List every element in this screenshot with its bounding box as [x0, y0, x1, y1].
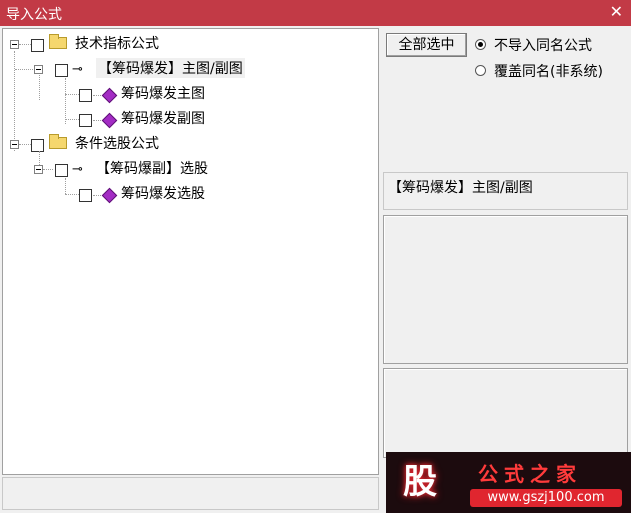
item-checkbox[interactable]: [79, 189, 92, 202]
tree-line: [19, 144, 31, 145]
preview-panel[interactable]: [383, 368, 628, 458]
formula-tree[interactable]: 技术指标公式 ⊸ 【筹码爆发】主图/副图 筹码爆发主图 筹码爆发副图 条件选股公…: [2, 28, 379, 475]
formula-checkbox[interactable]: [55, 164, 68, 177]
group-checkbox[interactable]: [31, 39, 44, 52]
item-checkbox[interactable]: [79, 114, 92, 127]
key-icon: ⊸: [72, 162, 83, 177]
formula-label[interactable]: 【筹码爆发】主图/副图: [96, 58, 245, 78]
title-bar: 导入公式 ✕: [0, 0, 631, 26]
gem-icon: [101, 112, 118, 129]
item-label[interactable]: 筹码爆发主图: [121, 83, 205, 103]
collapse-icon[interactable]: [34, 65, 43, 74]
tree-line: [65, 94, 79, 95]
collapse-icon[interactable]: [34, 165, 43, 174]
overwrite-same-name-label[interactable]: 覆盖同名(非系统): [494, 61, 603, 81]
formula-label[interactable]: 【筹码爆副】选股: [96, 158, 208, 178]
watermark-brand: 公式之家: [478, 462, 582, 486]
overwrite-same-name-radio[interactable]: [475, 65, 486, 76]
tree-line: [65, 78, 66, 124]
select-all-button[interactable]: 全部选中: [386, 33, 467, 57]
formula-detail-box: 【筹码爆发】主图/副图: [383, 172, 628, 210]
skip-same-name-label[interactable]: 不导入同名公式: [494, 35, 592, 55]
status-bar: [2, 477, 379, 510]
close-icon[interactable]: ✕: [610, 3, 623, 21]
tree-line: [65, 178, 66, 194]
item-label[interactable]: 筹码爆发选股: [121, 183, 205, 203]
item-checkbox[interactable]: [79, 89, 92, 102]
collapse-icon[interactable]: [10, 40, 19, 49]
folder-icon: [49, 134, 67, 149]
tree-line: [39, 72, 40, 100]
tree-line: [93, 120, 101, 121]
gem-icon: [101, 187, 118, 204]
tree-line: [15, 69, 33, 70]
tree-line: [93, 95, 101, 96]
key-icon: ⊸: [72, 62, 83, 77]
tree-line: [19, 44, 31, 45]
tree-line: [14, 51, 15, 151]
window-title: 导入公式: [6, 7, 62, 23]
tree-line: [93, 195, 101, 196]
collapse-icon[interactable]: [10, 140, 19, 149]
group-label[interactable]: 技术指标公式: [75, 33, 159, 53]
tree-line: [43, 169, 53, 170]
tree-line: [65, 194, 79, 195]
selected-formula-name: 【筹码爆发】主图/副图: [388, 180, 533, 196]
tree-line: [65, 119, 79, 120]
item-label[interactable]: 筹码爆发副图: [121, 108, 205, 128]
group-label[interactable]: 条件选股公式: [75, 133, 159, 153]
description-panel[interactable]: [383, 215, 628, 364]
group-checkbox[interactable]: [31, 139, 44, 152]
skip-same-name-radio[interactable]: [475, 39, 486, 50]
gem-icon: [101, 87, 118, 104]
folder-icon: [49, 34, 67, 49]
watermark-logo: 股: [403, 462, 437, 502]
formula-checkbox[interactable]: [55, 64, 68, 77]
watermark-url: www.gszj100.com: [470, 489, 622, 507]
site-watermark: 股 公式之家 www.gszj100.com: [386, 452, 631, 513]
